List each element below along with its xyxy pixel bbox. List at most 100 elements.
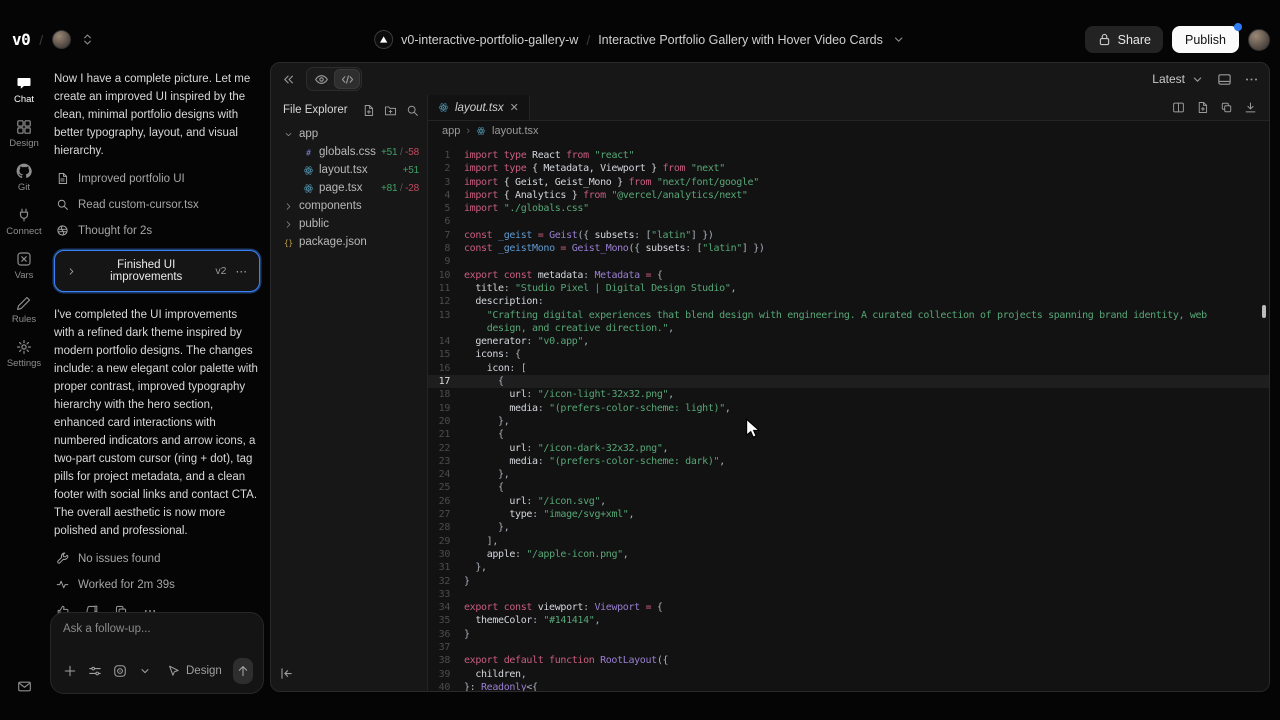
code-line[interactable]: 40}: Readonly<{ xyxy=(428,681,1269,691)
file-tree-item-layout.tsx[interactable]: layout.tsx+51 xyxy=(271,161,427,179)
split-editor-button[interactable] xyxy=(1172,101,1185,114)
diff-view-button[interactable] xyxy=(1196,101,1209,114)
task-item[interactable]: Thought for 2s xyxy=(56,224,152,237)
code-line[interactable]: 6 xyxy=(428,215,1269,228)
sidebar-item-design[interactable]: Design xyxy=(6,112,41,156)
follow-up-input[interactable] xyxy=(63,623,251,635)
plus-button[interactable] xyxy=(63,664,77,678)
code-line[interactable]: 21 { xyxy=(428,428,1269,441)
preview-toggle-button[interactable] xyxy=(308,69,334,89)
code-line[interactable]: 35 themeColor: "#141414", xyxy=(428,614,1269,627)
sidebar-item-rules[interactable]: Rules xyxy=(6,288,41,332)
send-button[interactable] xyxy=(233,658,253,684)
code-line[interactable]: design, and creative direction.", xyxy=(428,322,1269,335)
project-name[interactable]: v0-interactive-portfolio-gallery-w xyxy=(401,33,578,47)
code-line[interactable]: 4import { Analytics } from "@vercel/anal… xyxy=(428,189,1269,202)
code-line[interactable]: 14 generator: "v0.app", xyxy=(428,335,1269,348)
file-tree-item-package.json[interactable]: {}package.json xyxy=(271,233,427,251)
chevron-up-down-icon[interactable] xyxy=(80,32,95,47)
file-tree-item-page.tsx[interactable]: page.tsx+81 / -28 xyxy=(271,179,427,197)
chevron-down-icon[interactable] xyxy=(891,32,906,47)
breadcrumb-folder[interactable]: app xyxy=(442,125,460,137)
scrollbar-thumb[interactable] xyxy=(1262,305,1266,318)
collapse-explorer-button[interactable] xyxy=(279,666,294,681)
tab-layout-tsx[interactable]: layout.tsx ✕ xyxy=(428,95,530,120)
vercel-project-icon[interactable] xyxy=(374,30,393,49)
code-toggle-button[interactable] xyxy=(334,69,360,89)
code-line[interactable]: 26 url: "/icon.svg", xyxy=(428,495,1269,508)
code-line[interactable]: 39 children, xyxy=(428,668,1269,681)
task-item[interactable]: Read custom-cursor.tsx xyxy=(56,198,199,211)
file-tree-item-app[interactable]: app xyxy=(271,125,427,143)
mail-icon[interactable] xyxy=(17,679,32,694)
workspace-avatar[interactable] xyxy=(52,30,71,49)
more-options-button[interactable] xyxy=(1244,72,1259,87)
code-line[interactable]: 16 icon: [ xyxy=(428,362,1269,375)
close-tab-button[interactable]: ✕ xyxy=(510,101,519,114)
code-line[interactable]: 32} xyxy=(428,575,1269,588)
task-item[interactable]: Improved portfolio UI xyxy=(56,172,185,185)
code-line[interactable]: 9 xyxy=(428,255,1269,268)
chevron-down-button[interactable] xyxy=(138,664,152,678)
publish-button[interactable]: Publish xyxy=(1172,26,1239,53)
file-name: app xyxy=(299,128,318,140)
new-folder-button[interactable] xyxy=(384,104,397,117)
share-button[interactable]: Share xyxy=(1085,26,1163,53)
code-line[interactable]: 28 }, xyxy=(428,521,1269,534)
code-line[interactable]: 22 url: "/icon-dark-32x32.png", xyxy=(428,442,1269,455)
code-line[interactable]: 2import type { Metadata, Viewport } from… xyxy=(428,162,1269,175)
breadcrumb-file[interactable]: layout.tsx xyxy=(492,125,538,137)
file-tree-item-globals.css[interactable]: #globals.css+51 / -58 xyxy=(271,143,427,161)
code-line[interactable]: 13 "Crafting digital experiences that bl… xyxy=(428,309,1269,322)
sidebar-item-chat[interactable]: Chat xyxy=(6,68,41,112)
code-line[interactable]: 8const _geistMono = Geist_Mono({ subsets… xyxy=(428,242,1269,255)
code-line[interactable]: 5import "./globals.css" xyxy=(428,202,1269,215)
sidebar-item-git[interactable]: Git xyxy=(6,156,41,200)
code-line[interactable]: 17 { xyxy=(428,375,1269,388)
version-card-finished-ui-improvements[interactable]: Finished UI improvements v2 ⋯ xyxy=(54,250,260,292)
search-files-button[interactable] xyxy=(406,104,419,117)
version-menu-button[interactable]: ⋯ xyxy=(236,264,249,278)
file-tree-item-public[interactable]: public xyxy=(271,215,427,233)
code-line[interactable]: 1import type React from "react" xyxy=(428,149,1269,162)
sidebar-item-vars[interactable]: Vars xyxy=(6,244,41,288)
code-line[interactable]: 10export const metadata: Metadata = { xyxy=(428,269,1269,282)
new-file-button[interactable] xyxy=(362,104,375,117)
code-line[interactable]: 29 ], xyxy=(428,535,1269,548)
code-content[interactable]: 1import type React from "react" 2import … xyxy=(428,141,1269,691)
code-line[interactable]: 7const _geist = Geist({ subsets: ["latin… xyxy=(428,229,1269,242)
download-button[interactable] xyxy=(1244,101,1257,114)
copy-file-button[interactable] xyxy=(1220,101,1233,114)
code-line[interactable]: 30 apple: "/apple-icon.png", xyxy=(428,548,1269,561)
code-line[interactable]: 11 title: "Studio Pixel | Digital Design… xyxy=(428,282,1269,295)
sliders-button[interactable] xyxy=(88,664,102,678)
code-line[interactable]: 27 type: "image/svg+xml", xyxy=(428,508,1269,521)
code-line[interactable]: 36} xyxy=(428,628,1269,641)
sidebar-item-connect[interactable]: Connect xyxy=(6,200,41,244)
design-mode-button[interactable]: Design xyxy=(167,664,222,678)
chat-title[interactable]: Interactive Portfolio Gallery with Hover… xyxy=(598,33,883,47)
code-line[interactable]: 12 description: xyxy=(428,295,1269,308)
code-line[interactable]: 19 media: "(prefers-color-scheme: light)… xyxy=(428,402,1269,415)
view-toggle xyxy=(306,67,362,91)
code-line[interactable]: 34export const viewport: Viewport = { xyxy=(428,601,1269,614)
code-line[interactable]: 25 { xyxy=(428,481,1269,494)
v0-logo[interactable]: v0 xyxy=(12,30,30,49)
sidebar-item-settings[interactable]: Settings xyxy=(6,332,41,376)
version-selector[interactable]: Latest xyxy=(1152,72,1205,87)
code-line[interactable]: 23 media: "(prefers-color-scheme: dark)"… xyxy=(428,455,1269,468)
code-line[interactable]: 33 xyxy=(428,588,1269,601)
code-line[interactable]: 38export default function RootLayout({ xyxy=(428,654,1269,667)
mention-button[interactable] xyxy=(113,664,127,678)
file-tree-item-components[interactable]: components xyxy=(271,197,427,215)
user-avatar[interactable] xyxy=(1248,29,1270,51)
code-line[interactable]: 20 }, xyxy=(428,415,1269,428)
console-panel-button[interactable] xyxy=(1217,72,1232,87)
code-line[interactable]: 31 }, xyxy=(428,561,1269,574)
collapse-chat-button[interactable] xyxy=(281,72,296,87)
code-line[interactable]: 37 xyxy=(428,641,1269,654)
code-line[interactable]: 15 icons: { xyxy=(428,348,1269,361)
code-line[interactable]: 3import { Geist, Geist_Mono } from "next… xyxy=(428,176,1269,189)
code-line[interactable]: 18 url: "/icon-light-32x32.png", xyxy=(428,388,1269,401)
code-line[interactable]: 24 }, xyxy=(428,468,1269,481)
